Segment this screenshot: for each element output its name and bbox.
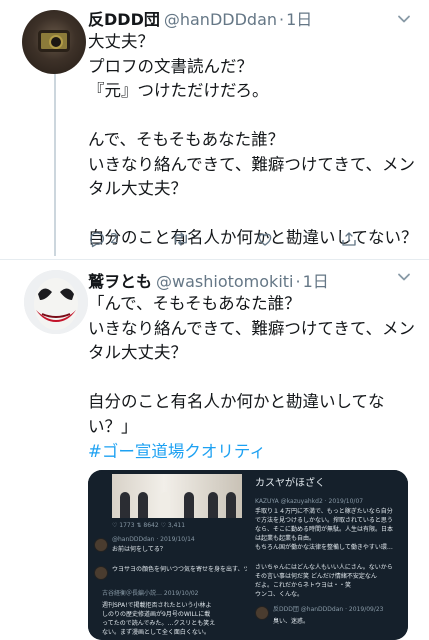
- reply-button[interactable]: 2: [88, 230, 118, 248]
- chevron-down-icon[interactable]: [397, 12, 411, 26]
- media-line: 週刊SPA!で掲載拒否されたという小林よ: [102, 602, 212, 609]
- media-image-1[interactable]: ♡ 1773 ⇅ 8642 ♡ 3,411 @hanDDDdan · 2019/…: [88, 470, 247, 560]
- tweet-header: 反DDD団 @hanDDDdan · 1日: [88, 6, 312, 30]
- user-handle[interactable]: @washiotomokiti: [156, 272, 293, 291]
- tweet-1[interactable]: 反DDD団 @hanDDDdan · 1日 大丈夫？ プロフの文書読んだ？ 『元…: [0, 0, 429, 260]
- tweet-text: 「んで、そもそもあなた誰？ いきなり絡んできて、難癖つけてきて、メン タル大丈夫…: [88, 294, 416, 436]
- mini-avatar: [94, 538, 108, 552]
- media-line: 手取り１４万円に不満で、もっと稼ぎたいなら自分: [255, 508, 393, 515]
- mini-avatar: [255, 606, 269, 620]
- tweet-text: 大丈夫？ プロフの文書読んだ？ 『元』つけただけだろ。 んで、そもそもあなた誰？…: [88, 32, 418, 247]
- media-line: で方法を見つけるしかない。搾取されていると思う: [255, 517, 393, 524]
- share-icon: [342, 232, 356, 246]
- media-line: ウンコ、くんな。: [255, 591, 304, 598]
- separator-dot: ·: [295, 272, 301, 291]
- chevron-down-icon[interactable]: [397, 270, 411, 284]
- media-line: は起業も起業も自由。: [255, 535, 316, 542]
- media-handle: @hanDDDdan · 2019/10/14: [112, 536, 195, 543]
- media-image-4[interactable]: さいちゃんにはどんな人もいい人にさん。ないから その言い事は何だ笑 どんだけ情緒…: [249, 562, 408, 640]
- separator-dot: ·: [279, 10, 285, 29]
- like-button[interactable]: [256, 230, 274, 248]
- media-stats: ♡ 1773 ⇅ 8642 ♡ 3,411: [112, 522, 186, 529]
- meeting-photo: [112, 474, 242, 518]
- tweet-actions: 2: [88, 230, 378, 252]
- retweet-button[interactable]: [172, 230, 190, 248]
- timestamp[interactable]: 1日: [286, 6, 312, 30]
- media-line: さいちゃんにはどんな人もいい人にさん。ないから: [255, 564, 393, 571]
- media-image-3[interactable]: ウヨサヨの顔色を伺いつつ気を寄せを身を出す、ツネヒラには笑えんだろうなぁ。 古谷…: [88, 562, 247, 640]
- like-icon: [258, 233, 272, 246]
- media-line: だよ。これだからネトウヨは・・笑: [255, 582, 352, 589]
- joker-avatar-image: [24, 270, 88, 334]
- avatar[interactable]: [22, 10, 86, 74]
- media-image-2[interactable]: カスヤがほざく KAZUYA @kazuyahkd2 · 2019/10/07 …: [249, 470, 408, 560]
- mini-avatar: [94, 566, 108, 580]
- media-line: もちろん国が働かな法律を整備して働きやすい環…: [255, 544, 393, 551]
- user-handle[interactable]: @hanDDDdan: [164, 10, 277, 29]
- media-grid[interactable]: ♡ 1773 ⇅ 8642 ♡ 3,411 @hanDDDdan · 2019/…: [88, 470, 408, 640]
- media-text: お前は何をしてる？: [112, 546, 166, 553]
- media-handle: 反DDD団 @hanDDDdan · 2019/09/23: [273, 606, 384, 613]
- media-line: なら、そこに勤める時間が無駄。人生は有限。日本: [255, 526, 394, 533]
- reply-icon: [90, 232, 105, 248]
- share-button[interactable]: [340, 230, 358, 248]
- media-handle: KAZUYA @kazuyahkd2 · 2019/10/07: [255, 498, 364, 505]
- media-line: ってたので読んでみた。…クスリとも笑え: [102, 620, 216, 627]
- media-text: ウヨサヨの顔色を伺いつつ気を寄せを身を出す、ツネヒラには笑えんだろうなぁ。: [112, 566, 247, 573]
- tweet-header: 鷲ヲとも @washiotomokiti · 1日: [88, 268, 329, 292]
- camera-avatar-image: [38, 30, 70, 52]
- media-text: 臭い、迷惑。: [273, 618, 310, 625]
- hashtag-link[interactable]: #ゴー宣道場クオリティ: [88, 438, 266, 462]
- display-name[interactable]: 鷲ヲとも: [88, 268, 152, 292]
- media-title: カスヤがほざく: [255, 478, 325, 489]
- media-line: ない。まず漫画として全く面白くない。: [102, 629, 210, 636]
- display-name[interactable]: 反DDD団: [88, 6, 160, 30]
- retweet-icon: [175, 232, 187, 246]
- reply-count: 2: [110, 231, 119, 247]
- avatar[interactable]: [24, 270, 88, 334]
- media-handle: 古谷経衡＠長編小説… 2019/10/02: [102, 590, 199, 597]
- media-line: しのりの歴史修道画が9月号のWILLに載: [102, 611, 211, 618]
- timestamp[interactable]: 1日: [303, 268, 329, 292]
- media-line: その言い事は何だ笑 どんだけ情緒不安定なん: [255, 573, 377, 580]
